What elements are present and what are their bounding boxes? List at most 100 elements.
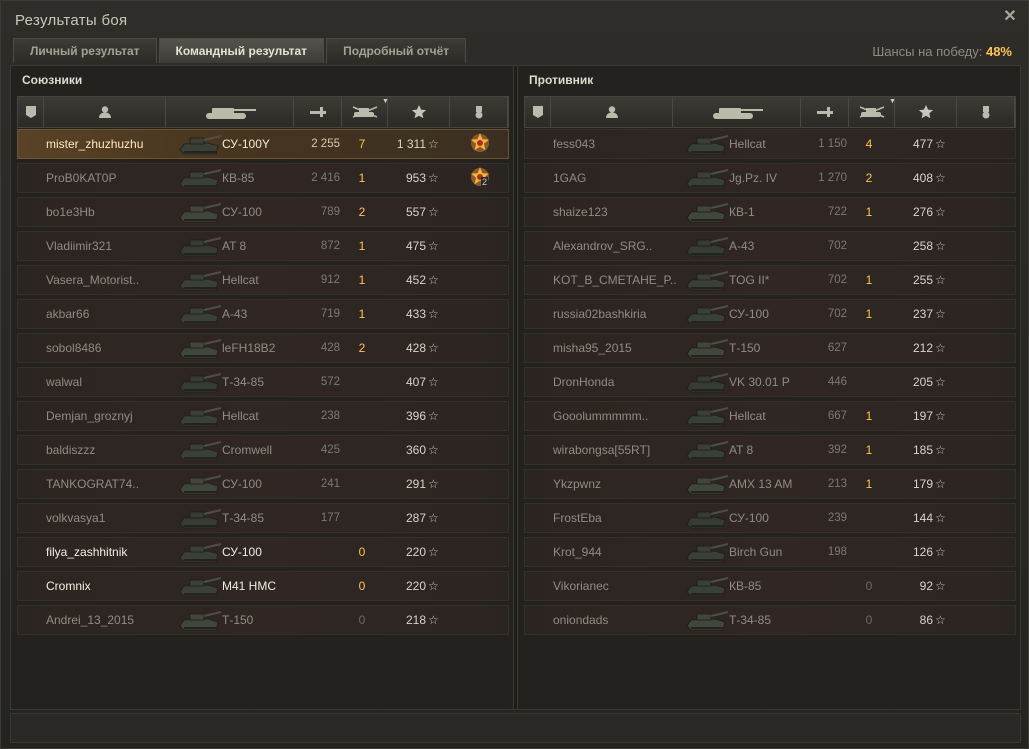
player-row[interactable]: TANKOGRAT74.. СУ-100 241 291 ☆	[17, 469, 509, 499]
tank-image	[178, 300, 222, 328]
tab-personal-result[interactable]: Личный результат	[13, 38, 157, 63]
xp-star-column-header[interactable]	[895, 97, 957, 127]
xp-value: 276	[912, 205, 933, 219]
xp-star-icon: ☆	[428, 579, 439, 593]
allies-panel: Союзники ▼ mister_zhuzhuzhu СУ-100Y 2 255 7…	[11, 66, 514, 709]
player-row[interactable]: FrostEba СУ-100 239 144 ☆	[524, 503, 1016, 533]
player-row[interactable]: Alexandrov_SRG.. А-43 702 258 ☆	[524, 231, 1016, 261]
tab-detailed-report[interactable]: Подробный отчёт	[326, 38, 467, 63]
tab-team-result[interactable]: Командный результат	[158, 38, 325, 63]
tank-image	[685, 266, 729, 294]
player-name: Ykzpwnz	[553, 477, 602, 491]
player-name: 1GAG	[553, 171, 587, 185]
player-row[interactable]: bo1e3Hb СУ-100 789 2 557 ☆	[17, 197, 509, 227]
player-row[interactable]: Krot_944 Birch Gun 198 126 ☆	[524, 537, 1016, 567]
squad-column-header[interactable]	[525, 97, 551, 127]
player-name: Vasera_Motorist..	[46, 273, 140, 287]
medal-icon[interactable]	[466, 130, 496, 158]
tank-image	[178, 334, 222, 362]
kills-value: 1	[865, 477, 873, 491]
player-name: mister_zhuzhuzhu	[46, 137, 144, 151]
damage-value: 627	[827, 342, 847, 354]
player-name: volkvasya1	[46, 511, 106, 525]
kills-value: 2	[865, 171, 873, 185]
player-row[interactable]: Cromnix M41 HMC 0 220 ☆	[17, 571, 509, 601]
kills-value	[855, 538, 883, 566]
xp-value: 557	[405, 205, 426, 219]
kills-value: 1	[865, 273, 873, 287]
player-row[interactable]: mister_zhuzhuzhu СУ-100Y 2 255 7 1 311 ☆	[17, 129, 509, 159]
squad-column-header[interactable]	[18, 97, 44, 127]
player-row[interactable]: misha95_2015 Т-150 627 212 ☆	[524, 333, 1016, 363]
player-column-header[interactable]	[44, 97, 166, 127]
damage-value: 872	[320, 240, 340, 252]
tank-image	[685, 368, 729, 396]
player-row[interactable]: sobol8486 leFH18B2 428 2 428 ☆	[17, 333, 509, 363]
player-column-header[interactable]	[551, 97, 673, 127]
tank-image	[178, 130, 222, 158]
close-icon[interactable]: ✕	[1002, 9, 1018, 25]
damage-icon	[815, 105, 835, 119]
xp-value: 452	[405, 273, 426, 287]
damage-value	[298, 538, 340, 566]
damage-value: 1 150	[818, 138, 847, 150]
player-row[interactable]: fess043 Hellcat 1 150 4 477 ☆	[524, 129, 1016, 159]
xp-value: 179	[912, 477, 933, 491]
tank-column-header[interactable]	[166, 97, 294, 127]
squad-icon	[25, 105, 37, 119]
allies-rows: mister_zhuzhuzhu СУ-100Y 2 255 7 1 311 ☆ ProB0…	[17, 129, 509, 639]
damage-value: 1 270	[818, 172, 847, 184]
kills-column-header[interactable]: ▼	[342, 97, 389, 127]
xp-star-icon: ☆	[428, 477, 439, 491]
player-row[interactable]: Vasera_Motorist.. Hellcat 912 1 452 ☆	[17, 265, 509, 295]
xp-value: 205	[912, 375, 933, 389]
player-row[interactable]: filya_zashhitnik СУ-100 0 220 ☆	[17, 537, 509, 567]
damage-value	[805, 606, 847, 634]
player-row[interactable]: baldiszzz Cromwell 425 360 ☆	[17, 435, 509, 465]
tank-image	[178, 164, 222, 192]
player-row[interactable]: volkvasya1 Т-34-85 177 287 ☆	[17, 503, 509, 533]
player-row[interactable]: Vikorianec КВ-85 0 92 ☆	[524, 571, 1016, 601]
player-row[interactable]: shaize123 КВ-1 722 1 276 ☆	[524, 197, 1016, 227]
player-row[interactable]: russia02bashkiria СУ-100 702 1 237 ☆	[524, 299, 1016, 329]
tank-image	[685, 572, 729, 600]
player-name: akbar66	[46, 307, 90, 321]
player-row[interactable]: Demjan_groznyj Hellcat 238 396 ☆	[17, 401, 509, 431]
kills-column-header[interactable]: ▼	[849, 97, 896, 127]
player-name: Demjan_groznyj	[46, 409, 133, 423]
battle-results-window: Результаты боя ✕ Личный результат Команд…	[0, 0, 1029, 749]
damage-column-header[interactable]	[294, 97, 342, 127]
player-row[interactable]: 1GAG Jg.Pz. IV 1 270 2 408 ☆	[524, 163, 1016, 193]
player-row[interactable]: walwal Т-34-85 572 407 ☆	[17, 367, 509, 397]
kills-value: 4	[865, 137, 873, 151]
player-name: FrostEba	[553, 511, 602, 525]
player-row[interactable]: Vladiimir321 AT 8 872 1 475 ☆	[17, 231, 509, 261]
win-chance: Шансы на победу: 48%	[872, 44, 1012, 59]
player-row[interactable]: DronHonda VK 30.01 P 446 205 ☆	[524, 367, 1016, 397]
kills-value: 1	[865, 307, 873, 321]
player-row[interactable]: KOT_B_CMETAHE_P.. TOG II* 702 1 255 ☆	[524, 265, 1016, 295]
tank-image	[685, 334, 729, 362]
tank-column-header[interactable]	[673, 97, 801, 127]
player-row[interactable]: Andrei_13_2015 Т-150 0 218 ☆	[17, 605, 509, 635]
medal-column-header[interactable]	[957, 97, 1015, 127]
kills-value	[348, 470, 376, 498]
kills-value: 1	[865, 205, 873, 219]
player-row[interactable]: akbar66 А-43 719 1 433 ☆	[17, 299, 509, 329]
tank-image	[178, 198, 222, 226]
medal-column-header[interactable]	[450, 97, 508, 127]
player-name: Vladiimir321	[46, 239, 113, 253]
player-row[interactable]: ProB0KAT0P КВ-85 2 416 1 953 ☆ 2	[17, 163, 509, 193]
xp-value: 185	[912, 443, 933, 457]
player-row[interactable]: oniondads Т-34-85 0 86 ☆	[524, 605, 1016, 635]
player-row[interactable]: Ykzpwnz AMX 13 AM 213 1 179 ☆	[524, 469, 1016, 499]
player-row[interactable]: Gooolummmmm.. Hellcat 667 1 197 ☆	[524, 401, 1016, 431]
player-row[interactable]: wirabongsa[55RT] AT 8 392 1 185 ☆	[524, 435, 1016, 465]
damage-column-header[interactable]	[801, 97, 849, 127]
xp-star-column-header[interactable]	[388, 97, 450, 127]
xp-star-icon: ☆	[428, 545, 439, 559]
damage-value: 719	[320, 308, 340, 320]
tank-image	[685, 538, 729, 566]
xp-value: 197	[912, 409, 933, 423]
player-name: russia02bashkiria	[553, 307, 647, 321]
